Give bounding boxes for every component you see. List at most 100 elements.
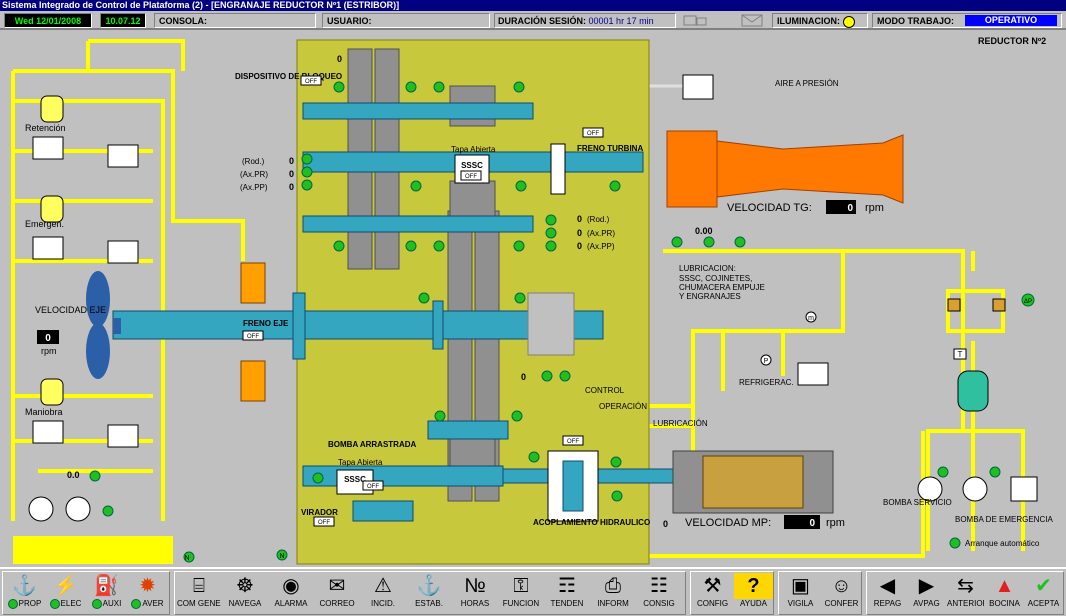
button-label: BOCINA (986, 599, 1023, 608)
button-label: CORREO (315, 599, 359, 608)
p-gauge-label: P (764, 358, 769, 365)
status-button-prop[interactable]: ⚓ PROP (5, 573, 44, 613)
button-label: HORAS (453, 599, 497, 608)
shaft-speed-label: VELOCIDAD EJE (35, 305, 106, 315)
button-label: CONFER (822, 599, 861, 608)
watch-button-confer[interactable]: ☺ CONFER (822, 573, 861, 613)
propeller (86, 271, 121, 379)
plug-icon: ⚡ (53, 575, 78, 597)
help-button-ayuda[interactable]: ? AYUDA (734, 573, 773, 613)
watch-button-vigila[interactable]: ▣ VIGILA (781, 573, 820, 613)
hydraulic-coupling-label: ACOPLAMIENTO HIDRAULICO (533, 518, 650, 527)
conference-icon: ☺ (831, 575, 852, 597)
status-led-icon (131, 599, 142, 609)
nav-button-consig[interactable]: ☷ CONSIG (637, 573, 681, 613)
watch-group: ▣ VIGILA ☺ CONFER (778, 571, 862, 615)
turbine-brake-disk (550, 143, 566, 195)
button-text: ACEPTA (1027, 599, 1060, 608)
button-text: CONFIG (696, 599, 729, 608)
axpp-label-right: (Ax.PP) (587, 242, 615, 251)
nav-button-correo[interactable]: ✉ CORREO (315, 573, 359, 613)
help-group: ⚒ CONFIG? AYUDA (690, 571, 774, 615)
window-title: Sistema Integrado de Control de Platafor… (0, 0, 1066, 11)
nav-button-incid-[interactable]: ⚠ INCID. (361, 573, 405, 613)
button-label: ALARMA (269, 599, 313, 608)
button-text: ELEC (60, 599, 82, 609)
pages-button-anterior[interactable]: ⇆ ANTERIOR (947, 573, 984, 613)
fuel-pump-icon: ⛽ (94, 575, 119, 597)
ship-icon: ⚓ (416, 575, 442, 597)
nav-button-com-general[interactable]: ⌸ COM GENERAL (177, 573, 221, 613)
shaft-brake-lower (240, 360, 266, 402)
axpr-label-left: (Ax.PR) (240, 170, 268, 179)
trend-icon: ☶ (558, 575, 576, 597)
button-text: AUXI (102, 599, 122, 609)
button-label: CONFIG (693, 599, 732, 608)
prev-icon: ◀ (879, 575, 896, 597)
mp-speed-value: 0 (809, 518, 815, 529)
help-button-config[interactable]: ⚒ CONFIG (693, 573, 732, 613)
svg-text:0: 0 (521, 372, 526, 382)
mode-label: MODO TRABAJO: (877, 16, 954, 26)
refrig-label: REFRIGERAC. (739, 378, 794, 387)
off-sssc-bottom: OFF (367, 484, 379, 490)
nav-button-estab-[interactable]: ⚓ ESTAB. (407, 573, 451, 613)
toolbar: ⚓ PROP ⚡ ELEC ⛽ AUXI ✹ AVER ⌸ COM GENERAL ☸ NAVEGA… (0, 567, 1066, 616)
shaft-speed-unit: rpm (41, 346, 57, 356)
helm-icon: ☸ (236, 575, 254, 597)
turner-label: VIRADOR (301, 508, 338, 517)
gas-turbine (666, 130, 904, 208)
status-button-aver[interactable]: ✹ AVER (128, 573, 167, 613)
button-text: CONSIG (643, 599, 675, 608)
button-label: REPAG (869, 599, 906, 608)
pages-button-repag[interactable]: ◀ REPAG (869, 573, 906, 613)
terminal-icon[interactable] (682, 13, 708, 28)
mode-value[interactable]: OPERATIVO (965, 15, 1057, 26)
operation-label: OPERACIÓN (599, 402, 647, 411)
svg-text:0: 0 (289, 182, 294, 192)
tg-speed-unit: rpm (865, 202, 884, 214)
pages-button-avpag[interactable]: ▶ AVPAG (908, 573, 945, 613)
button-text: FUNCION (502, 599, 540, 608)
dragged-pump-label: BOMBA ARRASTRADA (328, 440, 417, 449)
nav-button-funcion[interactable]: ⚿ FUNCION (499, 573, 543, 613)
nav-button-inform[interactable]: ⎙ INFORM (591, 573, 635, 613)
svg-text:0: 0 (289, 169, 294, 179)
button-label: INFORM (591, 599, 635, 608)
open-cover-bottom: Tapa Abierta (338, 458, 383, 467)
console-label: CONSOLA: (159, 16, 207, 26)
page-group: ◀ REPAG ▶ AVPAG ⇆ ANTERIOR ▲ BOCINA ✔ ACEPTA (866, 571, 1064, 615)
status-button-auxi[interactable]: ⛽ AUXI (87, 573, 126, 613)
button-text: CORREO (319, 599, 355, 608)
mp-speed-unit: rpm (826, 517, 845, 529)
date-display: Wed 12/01/2008 (4, 13, 92, 28)
status-group: ⚓ PROP ⚡ ELEC ⛽ AUXI ✹ AVER (2, 571, 170, 615)
button-label: TENDEN (545, 599, 589, 608)
n-marker-left: N (184, 555, 189, 562)
nav-button-tenden[interactable]: ☶ TENDEN (545, 573, 589, 613)
button-text: CONFER (824, 599, 859, 608)
nav-button-alarma[interactable]: ◉ ALARMA (269, 573, 313, 613)
filter-right-icon (992, 298, 1006, 312)
pages-button-acepta[interactable]: ✔ ACEPTA (1025, 573, 1062, 613)
button-label: AUXI (87, 599, 126, 609)
shaft-brake-upper (240, 262, 266, 304)
rod-label-left: (Rod.) (242, 157, 265, 166)
button-label: ANTERIOR (947, 599, 984, 608)
mail-icon: ✉ (328, 575, 346, 597)
emergency-pump-label: BOMBA DE EMERGENCIA (955, 515, 1053, 524)
computer-icon: ⌸ (193, 575, 205, 597)
envelope-icon[interactable] (740, 13, 764, 28)
retention-label: Retención (25, 123, 66, 133)
button-text: COM GENERAL (177, 599, 221, 608)
nav-group: ⌸ COM GENERAL ☸ NAVEGA ◉ ALARMA ✉ CORREO ⚠ INCID.… (174, 571, 686, 615)
control-label: CONTROL (585, 386, 625, 395)
nav-button-navega[interactable]: ☸ NAVEGA (223, 573, 267, 613)
nav-button-horas[interactable]: № HORAS (453, 573, 497, 613)
lubrication-label: LUBRICACIÓN (653, 419, 708, 428)
pages-button-bocina[interactable]: ▲ BOCINA (986, 573, 1023, 613)
status-button-elec[interactable]: ⚡ ELEC (46, 573, 85, 613)
svg-text:0: 0 (289, 156, 294, 166)
button-text: BOCINA (989, 599, 1020, 608)
lighting-field: ILUMINACION: (772, 13, 868, 28)
